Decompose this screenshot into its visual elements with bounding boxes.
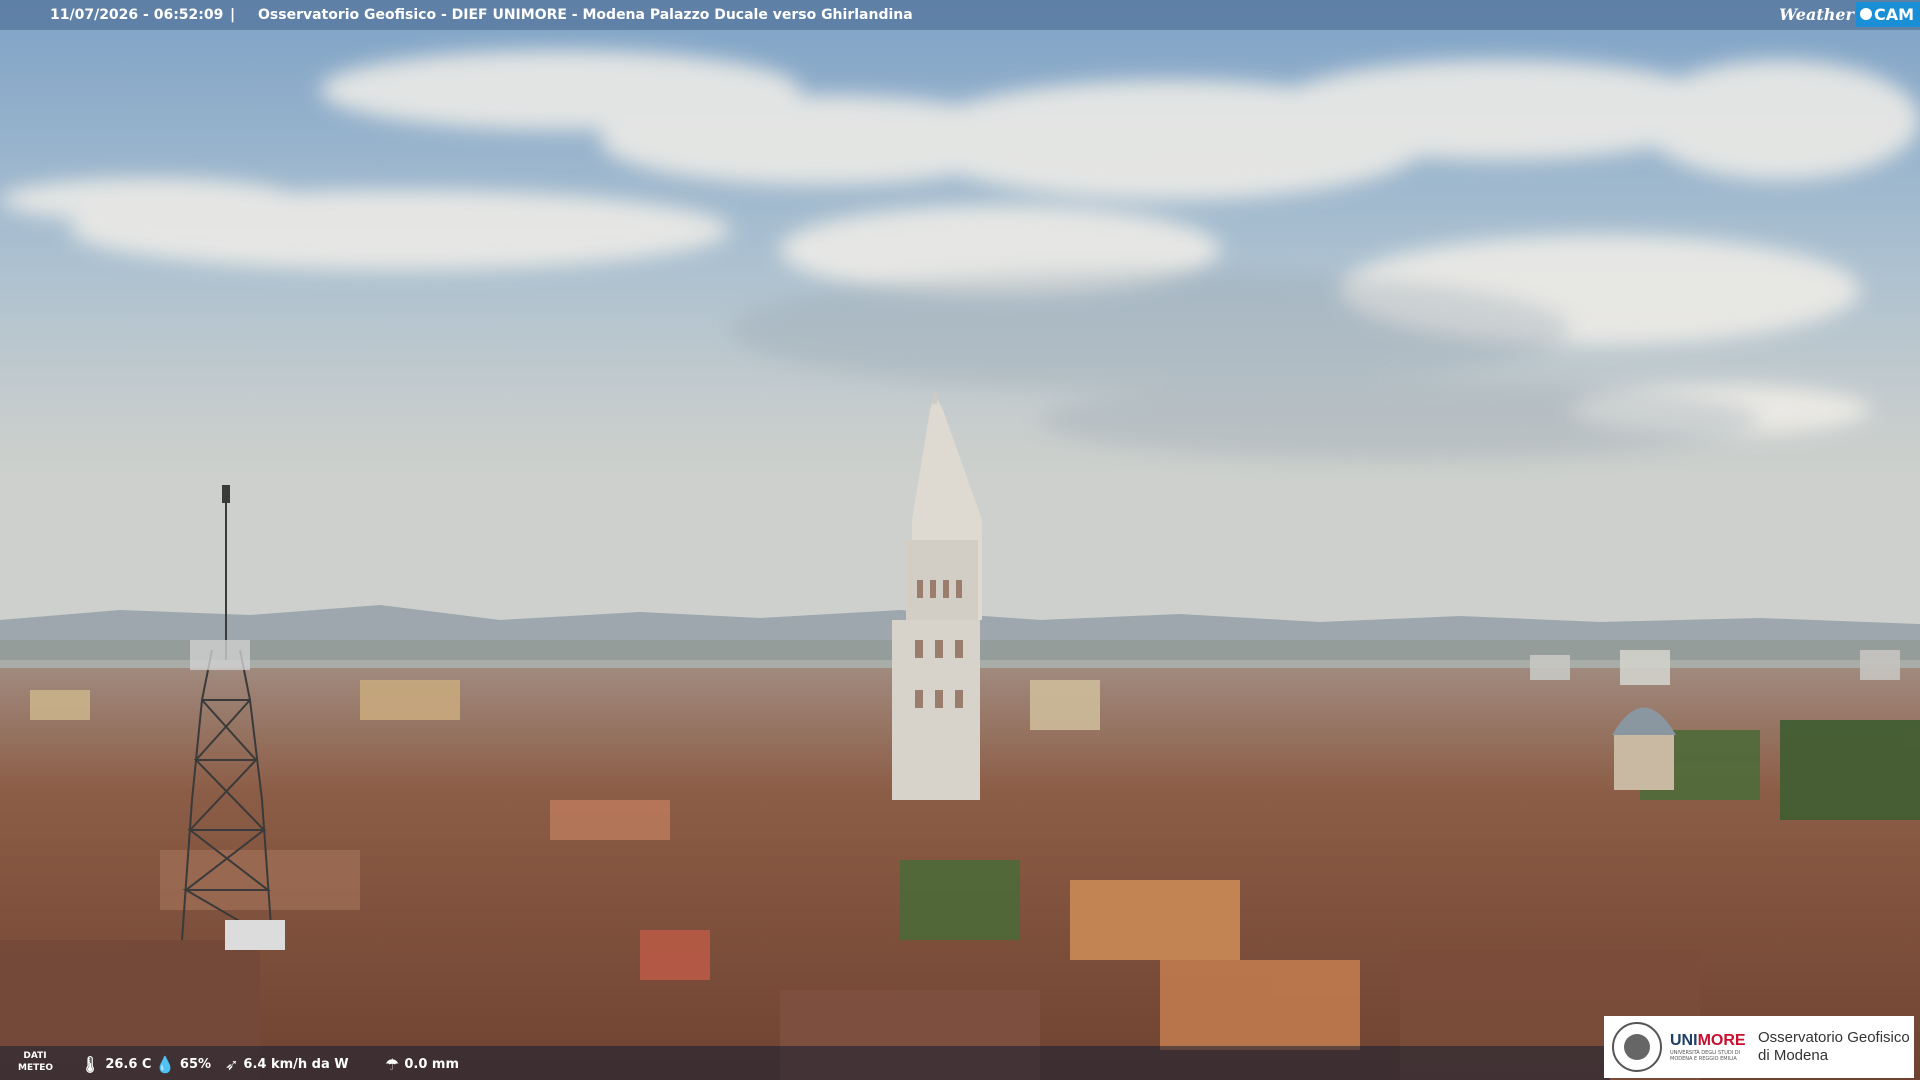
rain-reading: ☂ 0.0 mm [385, 1055, 459, 1074]
webcam-view: 11/07/2026 - 06:52:09 | Osservatorio Geo… [0, 0, 1920, 1080]
wind-icon: ➶ [225, 1055, 239, 1074]
separator: | [230, 7, 236, 23]
meteo-label: DATI METEO [18, 1051, 54, 1073]
thermometer-icon: 🌡 [80, 1055, 101, 1074]
observatory-name: Osservatorio Geofisico di Modena [1758, 1029, 1910, 1064]
camera-title: Osservatorio Geofisico - DIEF UNIMORE - … [258, 7, 913, 23]
overlay-top-bar: 11/07/2026 - 06:52:09 | Osservatorio Geo… [0, 0, 1920, 30]
camera-lens-icon [1859, 8, 1872, 20]
unimore-name: UNIMORE [1670, 1032, 1746, 1049]
humidity-reading: 💧 65% [155, 1055, 212, 1074]
university-seal-icon [1612, 1022, 1662, 1072]
meteo-data-bar: DATI METEO 🌡 26.6 C 💧 65% ➶ 6.4 km/h da … [0, 1046, 1610, 1080]
unimore-logo-panel: UNIMORE UNIVERSITÀ DEGLI STUDI DI MODENA… [1604, 1016, 1914, 1078]
wind-reading: ➶ 6.4 km/h da W [225, 1055, 349, 1074]
temperature-reading: 🌡 26.6 C [80, 1055, 152, 1074]
timestamp: 11/07/2026 - 06:52:09 [50, 7, 224, 23]
city-skyline-scene [0, 0, 1920, 1080]
rain-icon: ☂ [385, 1055, 400, 1074]
weathercam-logo: Weather CAM [1779, 0, 1920, 28]
unimore-subtitle: UNIVERSITÀ DEGLI STUDI DI MODENA E REGGI… [1670, 1050, 1741, 1062]
humidity-drop-icon: 💧 [155, 1055, 175, 1074]
